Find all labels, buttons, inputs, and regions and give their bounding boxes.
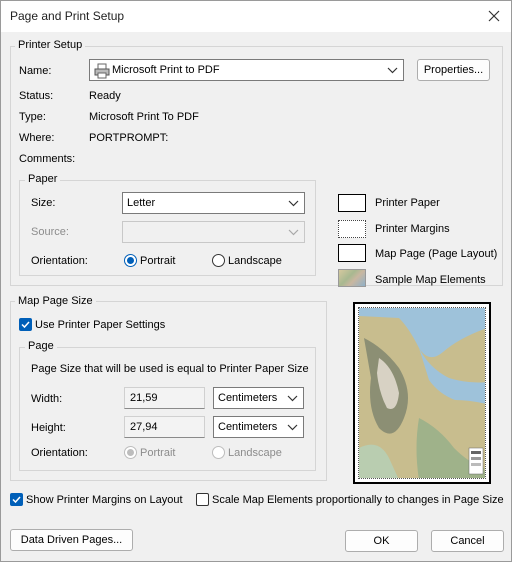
type-value: Microsoft Print To PDF [89,111,199,123]
printer-icon [94,63,110,82]
title-bar: Page and Print Setup [1,1,511,32]
data-driven-pages-button[interactable]: Data Driven Pages... [10,529,133,551]
paper-source-label: Source: [31,226,69,238]
paper-orientation-label: Orientation: [31,255,88,267]
height-unit-select[interactable]: Centimeters [213,416,304,438]
scale-map-elements-label[interactable]: Scale Map Elements proportionally to cha… [212,494,504,506]
status-value: Ready [89,90,121,102]
height-label: Height: [31,422,66,434]
map-page-size-legend: Map Page Size [15,295,96,307]
chevron-down-icon [287,422,298,433]
printer-name-select[interactable]: Microsoft Print to PDF [89,59,404,81]
printer-setup-legend: Printer Setup [15,39,86,51]
width-field[interactable]: 21,59 [124,387,205,409]
width-label: Width: [31,393,63,405]
cancel-button[interactable]: Cancel [431,530,504,552]
name-label: Name: [19,65,52,77]
width-unit-select[interactable]: Centimeters [213,387,304,409]
sample-map-elements-swatch [338,269,366,287]
where-label: Where: [19,132,55,144]
page-print-setup-dialog: Page and Print Setup Printer Setup Name:… [0,0,512,562]
paper-size-value: Letter [127,197,156,209]
chevron-down-icon [287,393,298,404]
paper-landscape-radio[interactable] [212,254,225,267]
page-portrait-label[interactable]: Portrait [140,447,175,459]
height-value: 27,94 [130,421,158,433]
comments-label: Comments: [19,153,76,165]
printer-name-value: Microsoft Print to PDF [112,64,220,76]
properties-button[interactable]: Properties... [417,59,490,81]
status-label: Status: [19,90,54,102]
chevron-down-icon [288,198,299,209]
printer-paper-swatch [338,194,366,212]
type-label: Type: [19,111,46,123]
chevron-down-icon [387,65,398,76]
ok-button[interactable]: OK [345,530,418,552]
page-landscape-radio[interactable] [212,446,225,459]
map-preview-image [358,307,486,479]
page-orientation-label: Orientation: [31,447,88,459]
paper-landscape-label[interactable]: Landscape [228,255,282,267]
width-unit-value: Centimeters [218,392,278,404]
use-printer-paper-label[interactable]: Use Printer Paper Settings [35,319,165,331]
show-printer-margins-checkbox[interactable] [10,493,23,506]
height-field[interactable]: 27,94 [124,416,205,438]
paper-portrait-radio[interactable] [124,254,137,267]
map-page-label: Map Page (Page Layout) [375,248,498,260]
page-preview [353,302,491,484]
window-title: Page and Print Setup [10,9,125,23]
chevron-down-icon [288,227,299,238]
sample-map-elements-label: Sample Map Elements [375,274,486,286]
use-printer-paper-checkbox[interactable] [19,318,32,331]
paper-size-select[interactable]: Letter [122,192,305,214]
printer-margins-swatch [338,220,366,238]
page-portrait-radio[interactable] [124,446,137,459]
height-unit-value: Centimeters [218,421,278,433]
where-value: PORTPROMPT: [89,132,169,144]
close-icon[interactable] [483,5,505,27]
page-size-info: Page Size that will be used is equal to … [31,363,309,375]
printer-paper-label: Printer Paper [375,197,440,209]
printer-margins-label: Printer Margins [375,223,450,235]
paper-portrait-label[interactable]: Portrait [140,255,175,267]
show-printer-margins-label[interactable]: Show Printer Margins on Layout [26,494,183,506]
scale-map-elements-checkbox[interactable] [196,493,209,506]
page-legend: Page [25,340,57,352]
paper-legend: Paper [25,173,61,185]
map-page-swatch [338,244,366,262]
page-landscape-label[interactable]: Landscape [228,447,282,459]
width-value: 21,59 [130,392,158,404]
paper-size-label: Size: [31,197,56,209]
paper-source-select[interactable] [122,221,305,243]
